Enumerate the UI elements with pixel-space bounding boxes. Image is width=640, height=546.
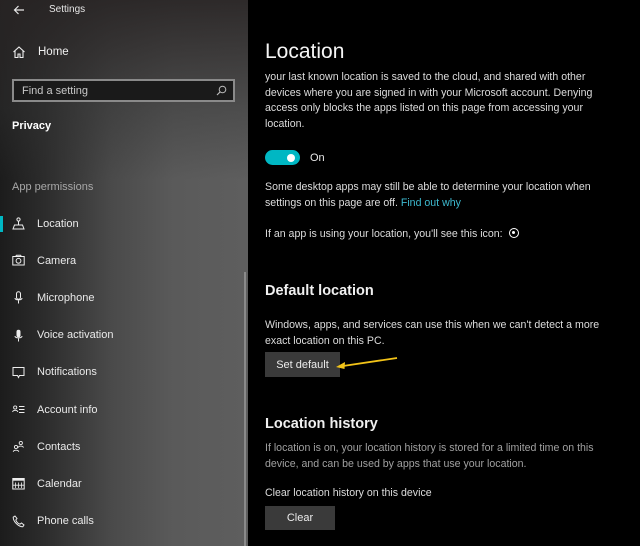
location-toggle[interactable] bbox=[265, 150, 300, 165]
sidebar-item-label: Microphone bbox=[37, 291, 95, 304]
location-icon bbox=[12, 217, 25, 230]
sidebar-nav: Location Camera Microphone Voice activat… bbox=[0, 205, 248, 540]
intro-text: your last known location is saved to the… bbox=[265, 71, 593, 130]
notifications-icon bbox=[12, 366, 25, 379]
contacts-icon bbox=[12, 441, 24, 453]
phone-icon bbox=[12, 514, 25, 527]
location-history-description: If location is on, your location history… bbox=[265, 442, 594, 470]
sidebar-item-label: Camera bbox=[37, 254, 77, 267]
search-input[interactable] bbox=[22, 84, 216, 97]
set-default-button[interactable]: Set default bbox=[265, 352, 340, 377]
sidebar-item-label: Phone calls bbox=[37, 515, 94, 528]
location-history-heading: Location history bbox=[265, 416, 378, 432]
annotation-arrow-icon bbox=[336, 357, 398, 369]
title-bar: Settings bbox=[0, 0, 248, 24]
sidebar-scrollbar[interactable] bbox=[244, 272, 246, 546]
sidebar-item-microphone[interactable]: Microphone bbox=[0, 279, 248, 316]
clear-button[interactable]: Clear bbox=[265, 506, 335, 530]
home-icon bbox=[13, 46, 25, 59]
location-in-use-icon bbox=[508, 228, 519, 238]
location-toggle-row: On bbox=[265, 150, 325, 165]
default-location-description: Windows, apps, and services can use this… bbox=[265, 319, 600, 347]
sidebar-item-phone-calls[interactable]: Phone calls bbox=[0, 503, 248, 540]
group-label: App permissions bbox=[12, 181, 94, 193]
app-title: Settings bbox=[49, 4, 86, 15]
home-nav-item[interactable]: Home bbox=[12, 45, 69, 59]
icon-note: If an app is using your location, you'll… bbox=[265, 227, 620, 243]
account-info-icon bbox=[12, 405, 25, 413]
desktop-apps-note: Some desktop apps may still be able to d… bbox=[265, 180, 620, 211]
voice-activation-icon bbox=[14, 329, 23, 342]
sidebar-item-label: Voice activation bbox=[37, 329, 114, 342]
sidebar-item-label: Calendar bbox=[37, 477, 82, 490]
sidebar-item-account-info[interactable]: Account info bbox=[0, 391, 248, 428]
toggle-state-label: On bbox=[310, 151, 325, 164]
sidebar-item-label: Contacts bbox=[37, 440, 81, 453]
sidebar-item-label: Account info bbox=[37, 403, 98, 416]
back-button[interactable] bbox=[12, 3, 28, 19]
sidebar-item-label: Location bbox=[37, 217, 79, 230]
icon-note-text: If an app is using your location, you'll… bbox=[265, 228, 503, 240]
camera-icon bbox=[12, 254, 25, 266]
search-box[interactable] bbox=[12, 79, 235, 102]
sidebar: Settings Home Privacy App permissions Lo… bbox=[0, 0, 248, 546]
default-location-heading: Default location bbox=[265, 283, 374, 299]
sidebar-item-camera[interactable]: Camera bbox=[0, 242, 248, 279]
main-content: Location your last known location is sav… bbox=[248, 0, 640, 546]
sidebar-item-calendar[interactable]: Calendar bbox=[0, 465, 248, 502]
sidebar-item-contacts[interactable]: Contacts bbox=[0, 428, 248, 465]
page-title: Location bbox=[265, 40, 345, 63]
back-arrow-icon bbox=[13, 5, 24, 15]
home-label: Home bbox=[38, 46, 69, 58]
microphone-icon bbox=[14, 291, 23, 304]
find-out-why-link[interactable]: Find out why bbox=[401, 197, 461, 209]
sidebar-item-notifications[interactable]: Notifications bbox=[0, 354, 248, 391]
sidebar-item-label: Notifications bbox=[37, 366, 97, 379]
sidebar-item-location[interactable]: Location bbox=[0, 205, 248, 242]
search-icon[interactable] bbox=[216, 85, 227, 96]
sidebar-item-voice-activation[interactable]: Voice activation bbox=[0, 317, 248, 354]
calendar-icon bbox=[12, 478, 25, 490]
section-title: Privacy bbox=[12, 120, 52, 132]
clear-history-label: Clear location history on this device bbox=[265, 487, 432, 499]
